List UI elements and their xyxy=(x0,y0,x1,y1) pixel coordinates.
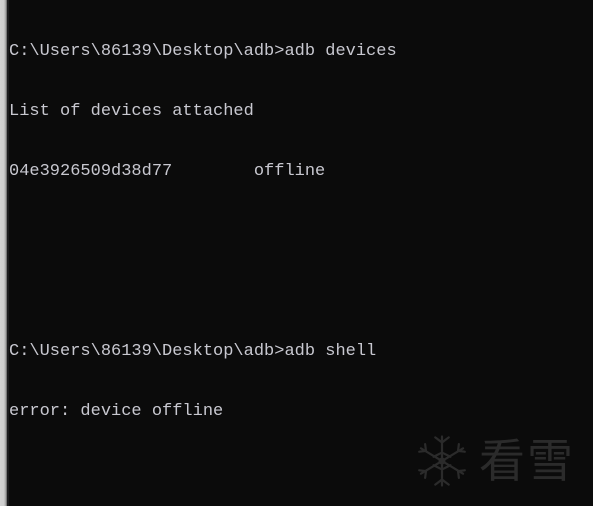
terminal-line: C:\Users\86139\Desktop\adb>adb devices xyxy=(9,42,397,61)
terminal-output-area[interactable]: C:\Users\86139\Desktop\adb>adb devices L… xyxy=(9,2,589,502)
terminal-line: 04e3926509d38d77 offline xyxy=(9,162,326,181)
window-left-border xyxy=(0,0,7,506)
terminal-line: List of devices attached xyxy=(9,102,254,121)
terminal-line: error: device offline xyxy=(9,402,224,421)
cmd-window[interactable]: C:\Users\86139\Desktop\adb>adb devices L… xyxy=(0,0,593,506)
terminal-line: C:\Users\86139\Desktop\adb>adb shell xyxy=(9,342,377,361)
